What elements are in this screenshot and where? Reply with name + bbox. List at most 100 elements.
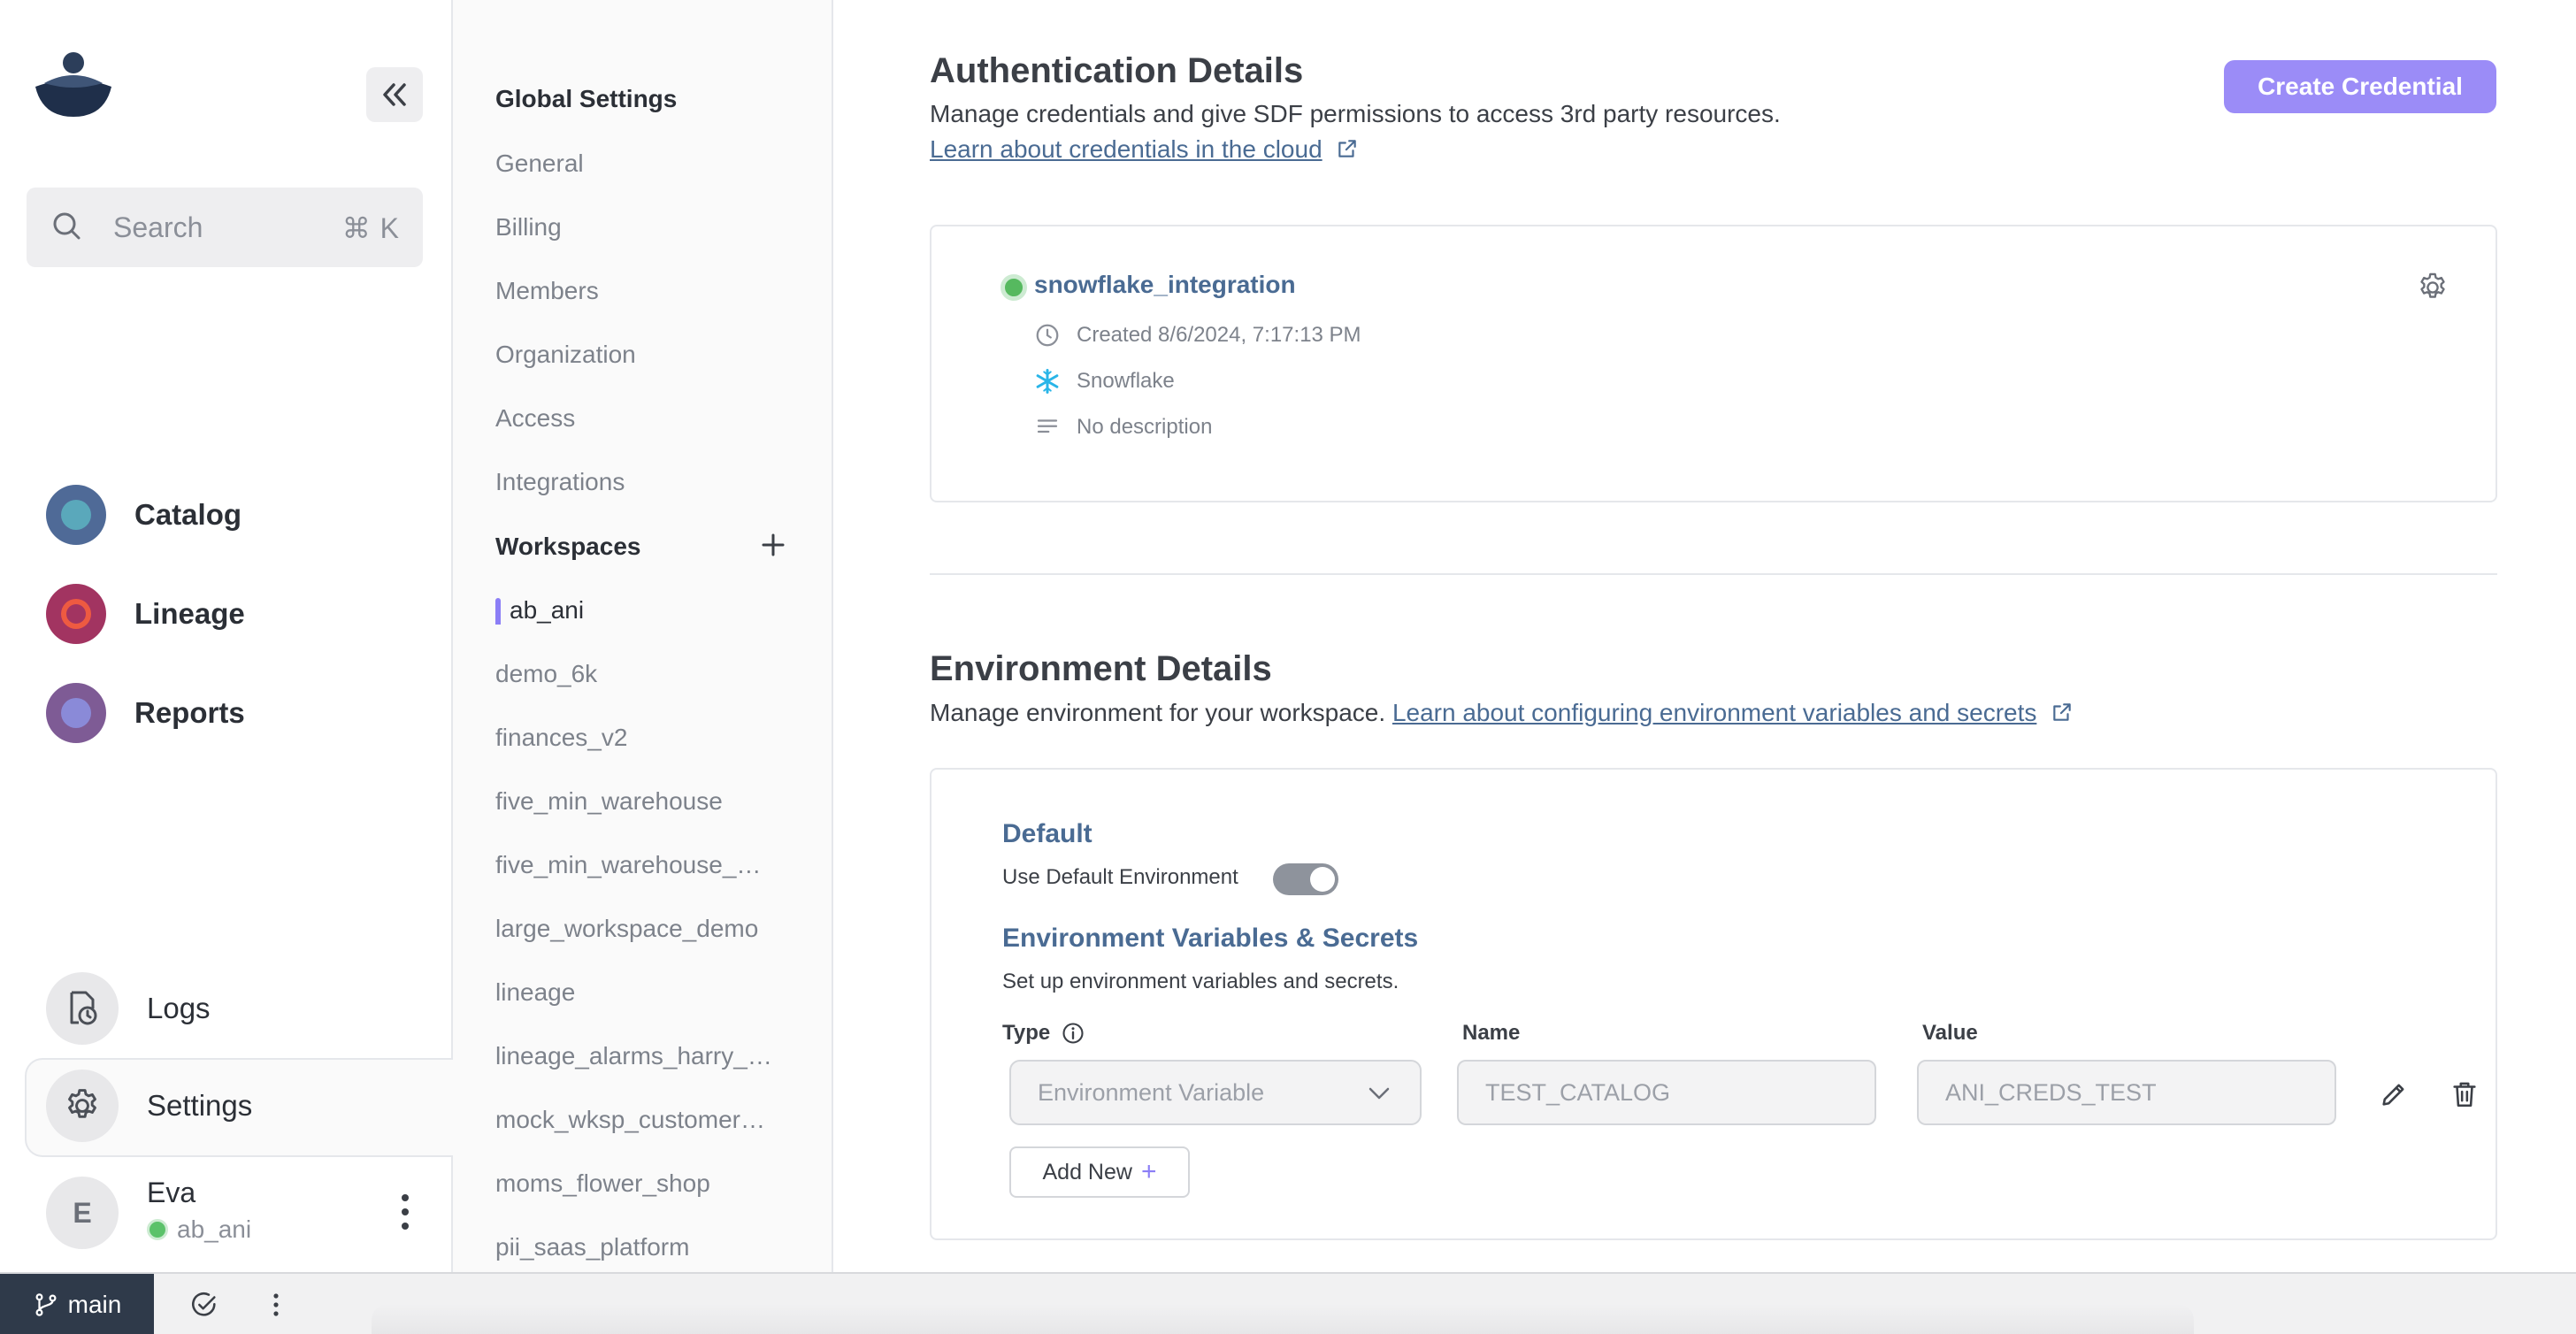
workspace-item[interactable]: large_workspace_demo <box>495 915 796 943</box>
environment-card: Default Use Default Environment Environm… <box>930 768 2497 1240</box>
settings-main: Authentication Details Manage credential… <box>835 0 2576 1272</box>
credential-created: Created 8/6/2024, 7:17:13 PM <box>1034 322 1361 349</box>
settings-nav-organization[interactable]: Organization <box>495 341 796 369</box>
text-lines-icon <box>1037 419 1058 433</box>
branch-button[interactable]: main <box>0 1274 154 1334</box>
panel-edge <box>372 1304 2194 1334</box>
type-column-header: Type <box>1002 1021 1085 1046</box>
online-status-icon <box>147 1219 168 1240</box>
search-icon <box>53 212 80 240</box>
app-sidebar: Search ⌘ K Catalog Lineage Reports Logs <box>0 0 455 1272</box>
auth-description: Manage credentials and give SDF permissi… <box>930 100 1781 127</box>
check-circle-icon[interactable] <box>189 1290 219 1320</box>
nav-reports[interactable]: Reports <box>46 681 245 745</box>
nav-catalog-label: Catalog <box>134 498 242 531</box>
user-workspace-label: ab_ani <box>177 1215 252 1243</box>
add-workspace-icon[interactable] <box>759 531 787 559</box>
value-column-header: Value <box>1922 1021 1978 1045</box>
use-default-toggle[interactable] <box>1273 863 1338 895</box>
name-column-header: Name <box>1462 1021 1521 1045</box>
lineage-icon <box>46 584 106 644</box>
reports-icon <box>46 683 106 743</box>
env-description: Manage environment for your workspace. <box>930 699 1386 726</box>
nav-lineage-label: Lineage <box>134 597 245 630</box>
env-title: Environment Details <box>930 649 1272 688</box>
workspace-item[interactable]: lineage <box>495 978 796 1007</box>
env-description-row: Manage environment for your workspace. L… <box>930 699 2074 727</box>
chevron-down-icon <box>1368 1087 1390 1100</box>
workspace-item[interactable]: finances_v2 <box>495 724 796 752</box>
env-learn-link[interactable]: Learn about configuring environment vari… <box>1392 699 2036 726</box>
workspace-item[interactable]: mock_wksp_customer… <box>495 1106 796 1134</box>
workspace-item[interactable]: moms_flower_shop <box>495 1169 796 1198</box>
credential-provider: Snowflake <box>1034 368 1175 395</box>
collapse-sidebar-button[interactable] <box>366 67 423 122</box>
nav-settings-label: Settings <box>147 1089 253 1122</box>
search-shortcut: ⌘ K <box>341 212 400 244</box>
kebab-menu-icon[interactable] <box>395 1191 416 1233</box>
external-link-icon <box>1338 140 1357 157</box>
more-vertical-icon[interactable] <box>265 1290 287 1320</box>
auth-learn-link[interactable]: Learn about credentials in the cloud <box>930 135 1322 163</box>
env-vars-heading: Environment Variables & Secrets <box>1002 924 1419 953</box>
clock-icon <box>1036 324 1059 347</box>
nav-lineage[interactable]: Lineage <box>46 582 245 646</box>
workspace-item[interactable]: demo_6k <box>495 660 796 688</box>
settings-nav-integrations[interactable]: Integrations <box>495 468 796 496</box>
git-branch-icon <box>35 1293 57 1316</box>
nav-catalog[interactable]: Catalog <box>46 483 242 547</box>
snowflake-icon <box>1036 369 1059 394</box>
settings-nav-general[interactable]: General <box>495 150 796 178</box>
catalog-icon <box>46 485 106 545</box>
user-profile[interactable]: E Eva ab_ani <box>0 1159 453 1272</box>
workspace-item[interactable]: ab_ani <box>495 596 796 625</box>
status-badge <box>1000 274 1027 301</box>
settings-nav: Global Settings General Billing Members … <box>453 0 833 1272</box>
user-workspace: ab_ani <box>147 1215 251 1244</box>
env-var-name-field[interactable]: TEST_CATALOG <box>1457 1060 1876 1125</box>
info-icon[interactable] <box>1061 1021 1085 1046</box>
gear-icon <box>46 1070 119 1142</box>
credential-description: No description <box>1034 414 1212 441</box>
pencil-icon[interactable] <box>2379 1079 2409 1109</box>
avatar: E <box>46 1177 119 1249</box>
add-new-label: Add New <box>1042 1159 1132 1184</box>
auth-title: Authentication Details <box>930 51 1304 90</box>
double-chevron-left-icon <box>383 83 406 106</box>
search-placeholder: Search <box>113 211 203 243</box>
env-var-value-field[interactable]: ANI_CREDS_TEST <box>1917 1060 2336 1125</box>
nav-settings[interactable]: Settings <box>46 1070 253 1142</box>
auth-learn-link-row: Learn about credentials in the cloud <box>930 135 1359 164</box>
add-new-button[interactable]: Add New + <box>1009 1146 1190 1198</box>
env-vars-subtitle: Set up environment variables and secrets… <box>1002 970 1399 993</box>
workspace-item[interactable]: lineage_alarms_harry_… <box>495 1042 796 1070</box>
workspace-item[interactable]: five_min_warehouse <box>495 787 796 816</box>
credential-description-text: No description <box>1077 415 1213 439</box>
section-divider <box>930 573 2497 575</box>
workspaces-heading: Workspaces <box>495 533 641 560</box>
gear-icon[interactable] <box>2416 271 2450 304</box>
credential-name[interactable]: snowflake_integration <box>1034 271 1296 299</box>
app-logo[interactable] <box>34 51 113 119</box>
workspace-item[interactable]: five_min_warehouse_… <box>495 851 796 879</box>
user-name: Eva <box>147 1177 196 1208</box>
credential-card: snowflake_integration Created 8/6/2024, … <box>930 225 2497 502</box>
search-input[interactable]: Search ⌘ K <box>27 188 423 267</box>
default-env-heading: Default <box>1002 819 1092 848</box>
type-column-label: Type <box>1002 1021 1051 1045</box>
nav-logs-label: Logs <box>147 992 211 1024</box>
nav-logs[interactable]: Logs <box>46 972 211 1045</box>
type-select[interactable]: Environment Variable <box>1009 1060 1422 1125</box>
branch-name: main <box>67 1291 122 1318</box>
settings-nav-access[interactable]: Access <box>495 404 796 433</box>
credential-created-text: Created 8/6/2024, 7:17:13 PM <box>1077 323 1361 347</box>
trash-icon[interactable] <box>2450 1079 2480 1109</box>
settings-nav-members[interactable]: Members <box>495 277 796 305</box>
status-bar: main <box>0 1272 2576 1334</box>
create-credential-button[interactable]: Create Credential <box>2224 60 2496 113</box>
logs-icon <box>46 972 119 1045</box>
settings-nav-billing[interactable]: Billing <box>495 213 796 242</box>
credential-provider-text: Snowflake <box>1077 369 1175 393</box>
plus-icon: + <box>1140 1157 1157 1186</box>
workspace-item[interactable]: pii_saas_platform <box>495 1233 796 1261</box>
